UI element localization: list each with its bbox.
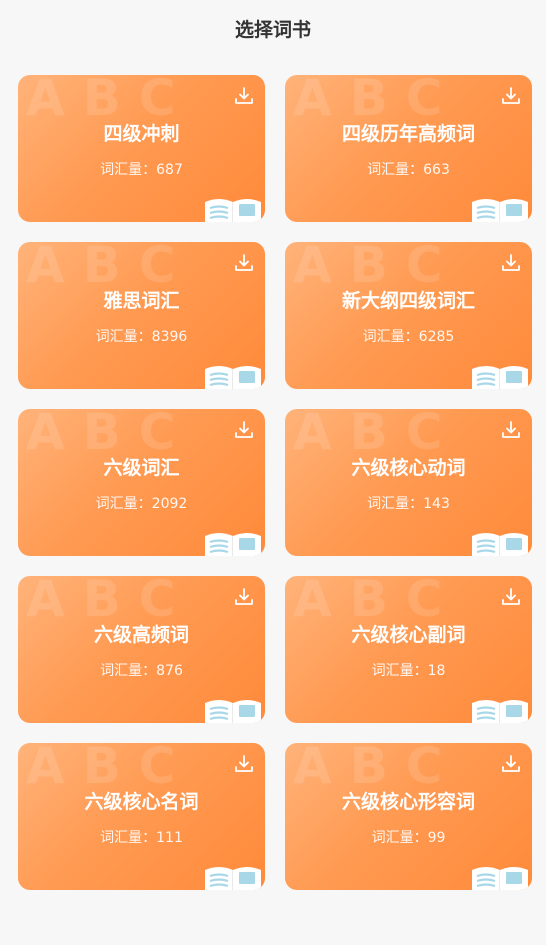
book-name: 六级核心副词	[351, 624, 466, 646]
download-icon[interactable]	[231, 83, 257, 109]
book-name: 六级高频词	[93, 624, 189, 646]
book-card[interactable]: ABC 六级核心动词 词汇量：143	[285, 409, 532, 556]
word-count-value: 143	[423, 496, 450, 512]
book-card[interactable]: ABC 新大纲四级词汇 词汇量：6285	[285, 242, 532, 389]
open-book-icon	[472, 533, 528, 556]
book-card[interactable]: ABC 六级词汇 词汇量：2092	[18, 409, 265, 556]
book-name: 新大纲四级词汇	[341, 290, 475, 312]
open-book-icon	[472, 199, 528, 222]
word-count-value: 8396	[151, 329, 188, 345]
word-count-value: 876	[156, 663, 183, 679]
open-book-icon	[472, 867, 528, 890]
page-title: 选择词书	[234, 18, 311, 41]
download-icon[interactable]	[498, 584, 524, 610]
book-card[interactable]: ABC 六级核心副词 词汇量：18	[285, 576, 532, 723]
book-grid: ABC 四级冲刺 词汇量：687 ABC 四级历年高频词 词汇量：663 ABC…	[18, 75, 532, 890]
book-card[interactable]: ABC 四级历年高频词 词汇量：663	[285, 75, 532, 222]
download-icon[interactable]	[231, 584, 257, 610]
book-name: 六级核心形容词	[341, 791, 475, 813]
word-count: 词汇量：876	[18, 660, 265, 680]
book-card[interactable]: ABC 六级高频词 词汇量：876	[18, 576, 265, 723]
open-book-icon	[205, 199, 261, 222]
header: 选择词书	[0, 0, 546, 56]
download-icon[interactable]	[231, 250, 257, 276]
word-count-label: 词汇量：	[95, 496, 152, 512]
word-count-label: 词汇量：	[367, 496, 424, 512]
download-icon[interactable]	[498, 250, 524, 276]
word-count-value: 111	[156, 830, 183, 846]
book-card[interactable]: ABC 六级核心形容词 词汇量：99	[285, 743, 532, 890]
word-count-value: 687	[156, 162, 183, 178]
word-count: 词汇量：99	[285, 827, 532, 847]
open-book-icon	[472, 700, 528, 723]
download-icon[interactable]	[231, 751, 257, 777]
book-card[interactable]: ABC 四级冲刺 词汇量：687	[18, 75, 265, 222]
book-name: 四级历年高频词	[341, 123, 475, 145]
word-count: 词汇量：143	[285, 493, 532, 513]
word-count: 词汇量：111	[18, 827, 265, 847]
book-name: 六级核心名词	[84, 791, 199, 813]
word-count-value: 18	[427, 663, 446, 679]
word-count: 词汇量：8396	[18, 326, 265, 346]
word-count-value: 663	[423, 162, 450, 178]
open-book-icon	[205, 700, 261, 723]
word-count-label: 词汇量：	[367, 162, 424, 178]
word-count-label: 词汇量：	[95, 329, 152, 345]
open-book-icon	[472, 366, 528, 389]
word-count-label: 词汇量：	[100, 830, 157, 846]
word-count-label: 词汇量：	[362, 329, 419, 345]
open-book-icon	[205, 867, 261, 890]
word-count: 词汇量：687	[18, 159, 265, 179]
word-count: 词汇量：6285	[285, 326, 532, 346]
word-count-label: 词汇量：	[371, 830, 428, 846]
word-count: 词汇量：2092	[18, 493, 265, 513]
word-count-value: 99	[427, 830, 446, 846]
book-name: 雅思词汇	[103, 290, 180, 312]
word-count-value: 6285	[418, 329, 455, 345]
word-count: 词汇量：18	[285, 660, 532, 680]
book-card[interactable]: ABC 六级核心名词 词汇量：111	[18, 743, 265, 890]
word-count: 词汇量：663	[285, 159, 532, 179]
word-count-label: 词汇量：	[371, 663, 428, 679]
book-name: 四级冲刺	[103, 123, 180, 145]
word-count-label: 词汇量：	[100, 663, 157, 679]
open-book-icon	[205, 366, 261, 389]
download-icon[interactable]	[498, 751, 524, 777]
book-name: 六级词汇	[103, 457, 180, 479]
open-book-icon	[205, 533, 261, 556]
download-icon[interactable]	[231, 417, 257, 443]
download-icon[interactable]	[498, 417, 524, 443]
download-icon[interactable]	[498, 83, 524, 109]
book-name: 六级核心动词	[351, 457, 466, 479]
word-count-label: 词汇量：	[100, 162, 157, 178]
word-count-value: 2092	[151, 496, 188, 512]
book-card[interactable]: ABC 雅思词汇 词汇量：8396	[18, 242, 265, 389]
